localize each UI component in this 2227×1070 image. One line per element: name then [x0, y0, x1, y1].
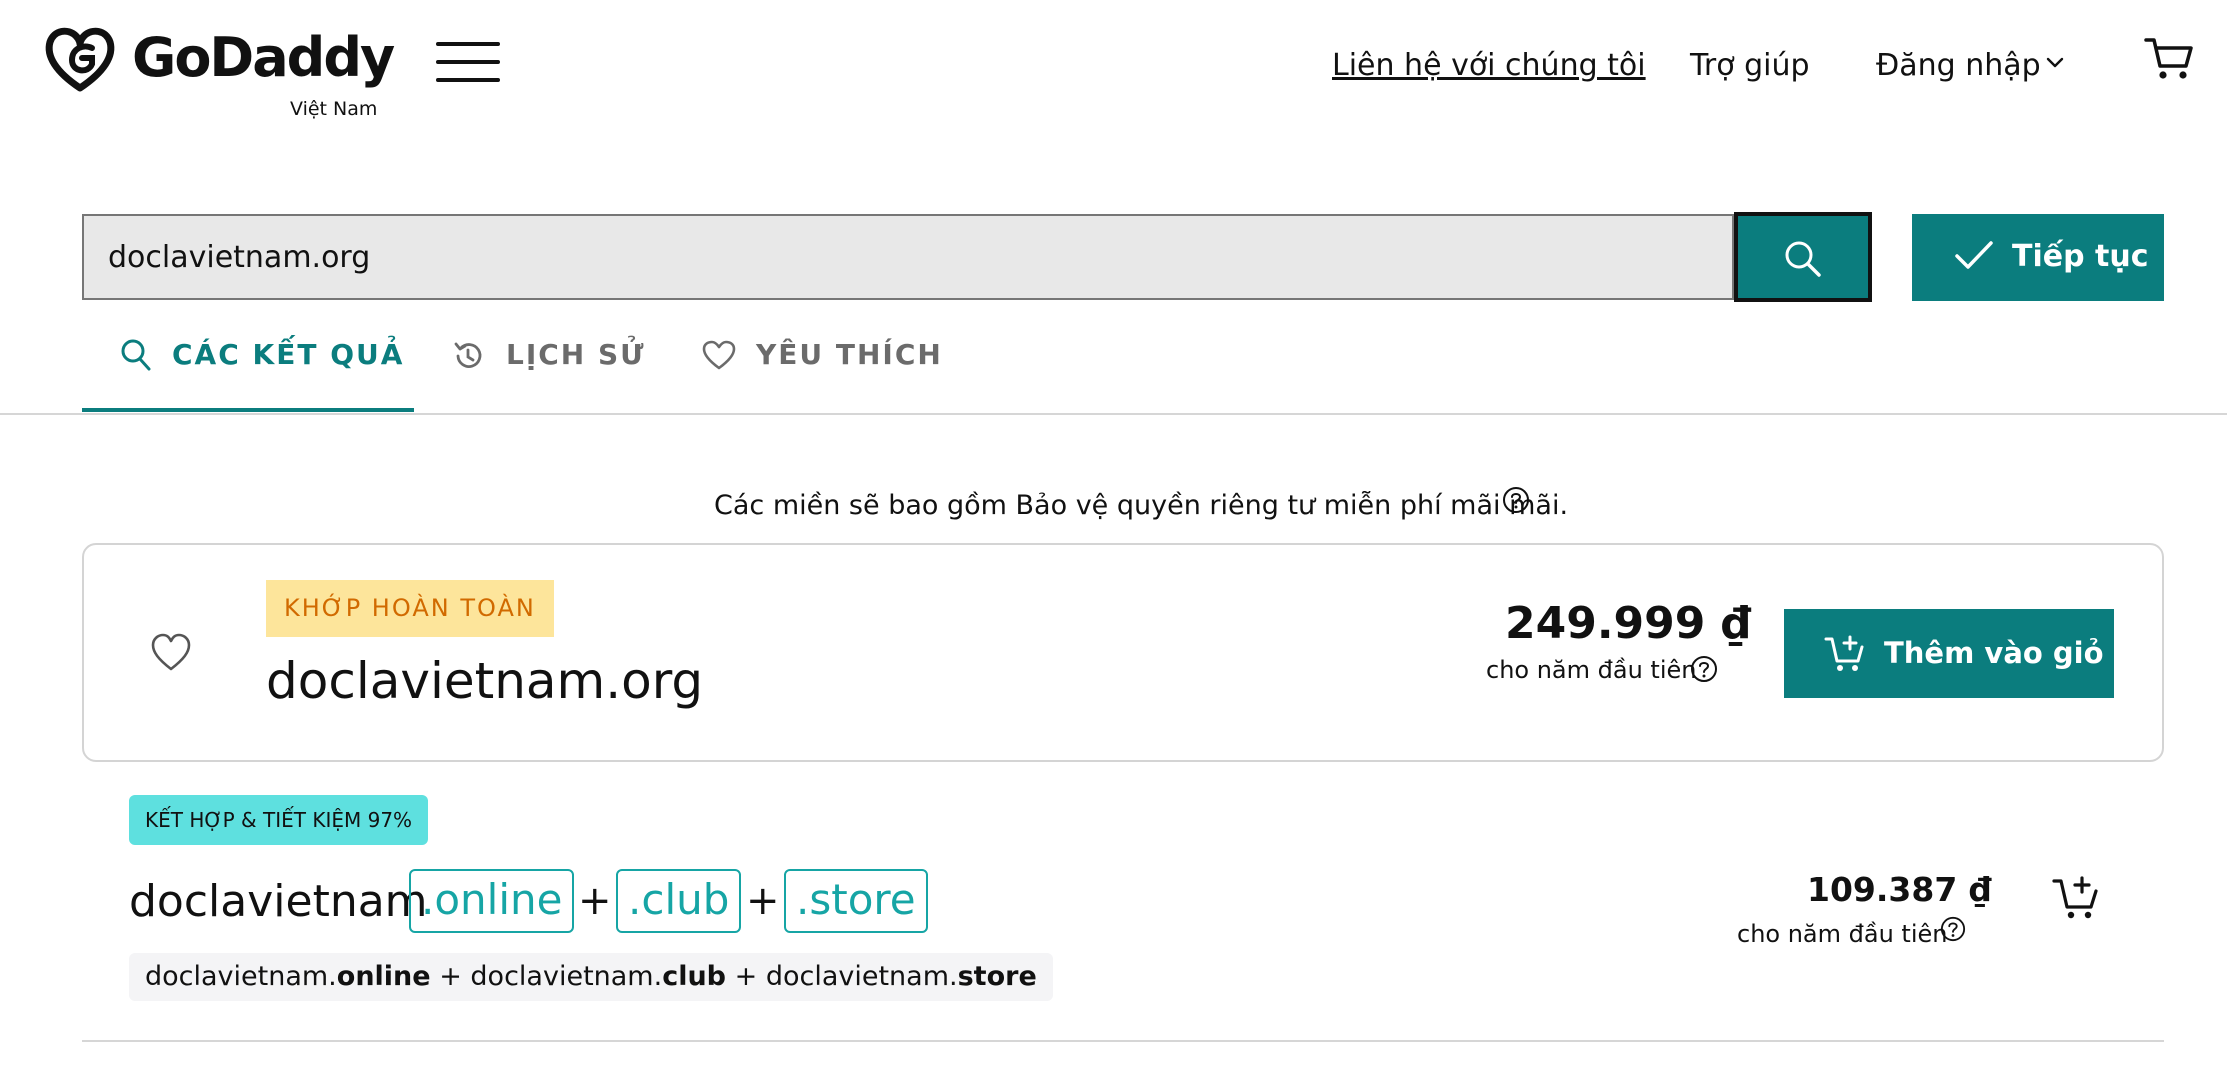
- brand-name[interactable]: GoDaddy: [132, 26, 395, 89]
- add-to-cart-label: Thêm vào giỏ: [1884, 636, 2104, 670]
- bundle-base-name: doclavietnam: [129, 876, 428, 927]
- help-circle-icon[interactable]: [1690, 655, 1718, 683]
- nav-help-link[interactable]: Trợ giúp: [1690, 48, 1810, 83]
- add-to-cart-icon: [1824, 635, 1864, 671]
- add-bundle-to-cart-icon[interactable]: [2052, 875, 2100, 921]
- exact-match-badge: KHỚP HOÀN TOÀN: [266, 580, 554, 637]
- bundle-badge: KẾT HỢP & TIẾT KIỆM 97%: [129, 795, 429, 845]
- plus-sign: +: [578, 878, 612, 924]
- godaddy-logo-icon[interactable]: [42, 22, 118, 94]
- bundle-price: 109.387 ₫: [1807, 870, 1992, 909]
- nav-login-button[interactable]: Đăng nhập: [1876, 48, 2041, 83]
- tabs-divider: [0, 413, 2227, 415]
- tab-results[interactable]: CÁC KẾT QUẢ: [172, 338, 404, 371]
- brand-region: Việt Nam: [290, 98, 378, 120]
- cart-icon[interactable]: [2144, 36, 2194, 82]
- chevron-down-icon[interactable]: [2044, 52, 2066, 74]
- tab-favorites[interactable]: YÊU THÍCH: [756, 338, 943, 371]
- bundle-domain-list: doclavietnam.online + doclavietnam.club …: [129, 953, 1053, 1001]
- tld-chip-online: .online: [409, 869, 575, 933]
- exact-match-price-note: cho năm đầu tiên: [1486, 656, 1697, 684]
- search-button[interactable]: [1734, 212, 1872, 302]
- add-to-cart-button[interactable]: Thêm vào giỏ: [1784, 609, 2114, 698]
- tld-chip-club: .club: [616, 869, 742, 933]
- tab-history[interactable]: LỊCH SỬ: [506, 338, 646, 371]
- bundle-list-item: doclavietnam.club: [470, 961, 727, 992]
- privacy-note: Các miền sẽ bao gồm Bảo vệ quyền riêng t…: [714, 490, 1569, 521]
- bundle-list-item: doclavietnam.online: [145, 961, 431, 992]
- continue-button-label: Tiếp tục: [2012, 239, 2149, 274]
- nav-contact-link[interactable]: Liên hệ với chúng tôi: [1332, 48, 1646, 83]
- menu-icon[interactable]: [436, 42, 500, 82]
- section-divider: [82, 1040, 2164, 1042]
- bundle-list-item: doclavietnam.store: [765, 961, 1037, 992]
- exact-match-domain: doclavietnam.org: [266, 652, 704, 710]
- help-circle-icon[interactable]: [1940, 916, 1966, 942]
- favorite-heart-icon[interactable]: [150, 632, 192, 672]
- tld-chip-store: .store: [784, 869, 928, 933]
- history-icon: [454, 342, 482, 368]
- plus-sign: +: [746, 878, 780, 924]
- domain-search-input[interactable]: [82, 214, 1734, 300]
- bundle-price-note: cho năm đầu tiên: [1737, 920, 1948, 948]
- search-icon: [121, 339, 151, 371]
- active-tab-indicator: [82, 408, 414, 412]
- checkmark-icon: [1955, 241, 1993, 269]
- continue-button[interactable]: Tiếp tục: [1912, 214, 2164, 301]
- search-icon: [1785, 241, 1821, 277]
- heart-icon: [702, 340, 736, 370]
- exact-match-price: 249.999 ₫: [1505, 598, 1752, 649]
- help-circle-icon[interactable]: [1502, 486, 1530, 514]
